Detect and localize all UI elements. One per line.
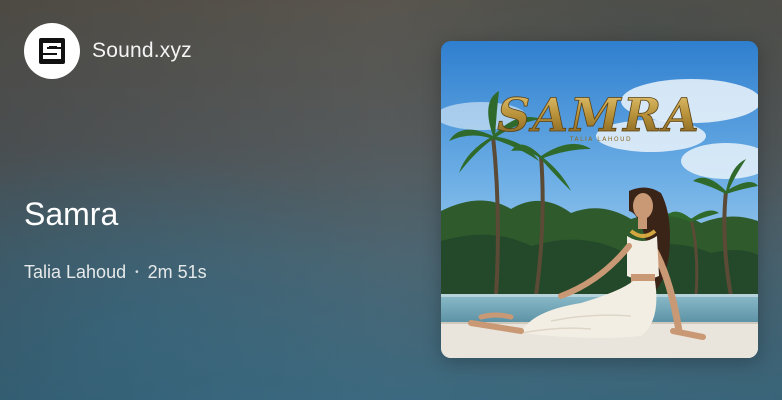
cover-title-text: SAMRA [497,88,701,142]
meta-separator: • [135,266,139,278]
album-cover-art: SAMRA TALIA LAHOUD [441,41,758,358]
cover-subtitle-text: TALIA LAHOUD [569,136,632,143]
track-meta: Talia Lahoud • 2m 51s [24,262,207,283]
track-duration: 2m 51s [147,262,207,282]
sound-logo-icon[interactable] [24,23,80,79]
brand-name[interactable]: Sound.xyz [92,39,192,63]
artist-name[interactable]: Talia Lahoud [24,262,126,283]
brand[interactable]: Sound.xyz [24,23,192,79]
track-title[interactable]: Samra [24,196,118,233]
album-cover[interactable]: SAMRA TALIA LAHOUD [441,41,758,358]
track-embed-card[interactable]: Sound.xyz Samra Talia Lahoud • 2m 51s SA… [0,0,782,400]
